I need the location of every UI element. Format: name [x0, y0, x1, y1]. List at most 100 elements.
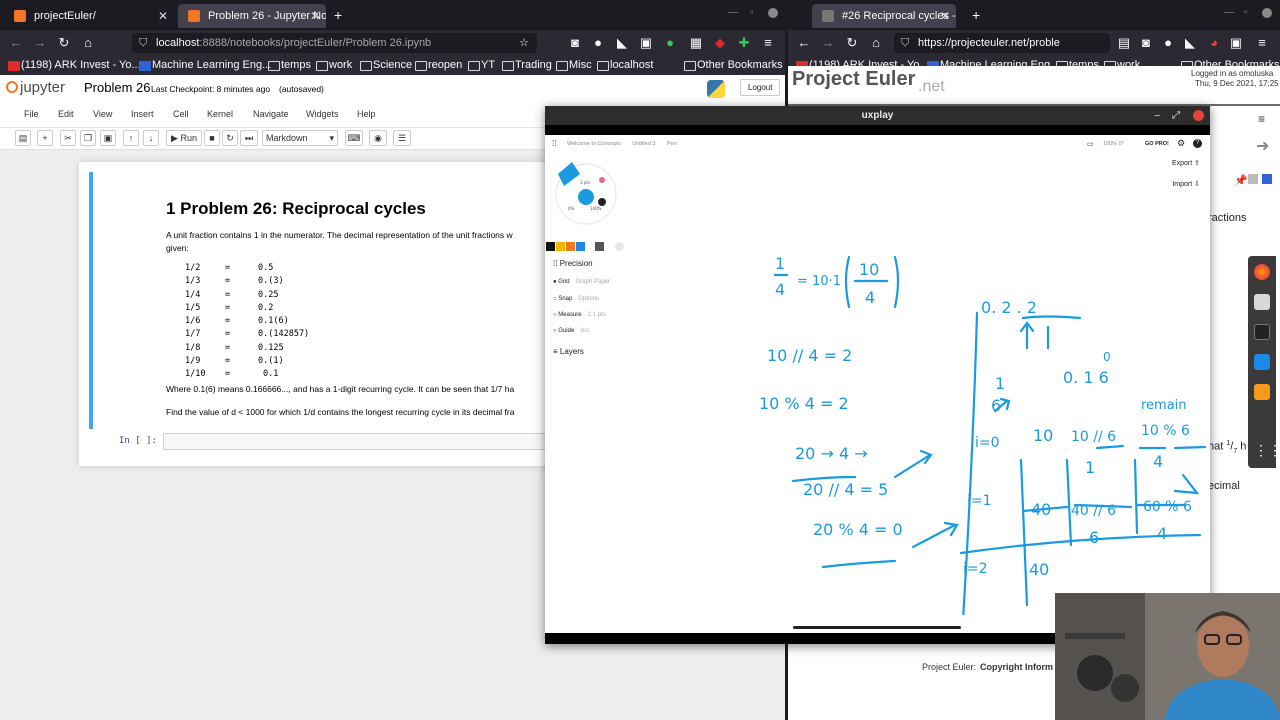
pin-icon[interactable]: 📌	[1234, 174, 1248, 187]
move-down-icon[interactable]: ↓	[143, 130, 159, 146]
concepts-canvas[interactable]: ⁞⁞ Welcome to Concepts Untitled 3 Pen ▭ …	[545, 135, 1210, 633]
swatch-orange[interactable]	[566, 242, 575, 251]
new-tab-icon[interactable]: +	[972, 7, 980, 23]
bookmark-yt[interactable]: YT	[468, 59, 495, 72]
bookmark-ark[interactable]: (1198) ARK Invest - Yo...	[8, 59, 141, 72]
extension-puzzle-icon[interactable]: ✚	[736, 35, 752, 51]
tab-untitled-3[interactable]: Untitled 3	[632, 141, 655, 147]
uxplay-titlebar[interactable]: uxplay – ⤢	[545, 106, 1210, 125]
tab-reciprocal-cycles[interactable]: #26 Reciprocal cycles - P ✕	[812, 4, 956, 28]
extension-green-icon[interactable]: ●	[662, 35, 678, 51]
bookmark-science[interactable]: Science	[360, 59, 412, 72]
extension-arrow-icon[interactable]: ◣	[1182, 35, 1198, 51]
minimize-icon[interactable]: –	[1154, 106, 1160, 125]
footer-copyright-link[interactable]: Copyright Inform	[980, 662, 1053, 672]
menu-cell[interactable]: Cell	[173, 109, 189, 119]
sublime-icon[interactable]	[1254, 384, 1270, 400]
close-tab-icon[interactable]: ✕	[940, 4, 950, 28]
extension-grid-icon[interactable]: ▦	[688, 35, 704, 51]
list-icon[interactable]: ☰	[393, 130, 411, 146]
bookmark-temps[interactable]: temps	[268, 59, 311, 72]
forward-icon[interactable]: →	[820, 35, 836, 51]
next-arrow-icon[interactable]: ➜	[1256, 136, 1269, 156]
go-pro-button[interactable]: GO PRO!	[1145, 141, 1169, 147]
bookmark-localhost[interactable]: localhost	[597, 59, 653, 72]
close-tab-icon[interactable]: ✕	[158, 4, 168, 28]
menu-widgets[interactable]: Widgets	[306, 109, 339, 119]
paste-icon[interactable]: ▣	[100, 130, 116, 146]
settings-icon[interactable]: ⚙	[1177, 138, 1185, 149]
home-icon[interactable]: ⌂	[868, 35, 884, 51]
url-bar[interactable]: ⛉ localhost:8888/notebooks/projectEuler/…	[132, 33, 537, 53]
hamburger-icon[interactable]: ≡	[1258, 112, 1265, 126]
bookmark-trading[interactable]: Trading	[502, 59, 552, 72]
tab-projecteuler-dir[interactable]: projectEuler/ ✕	[4, 4, 174, 28]
pocket-icon[interactable]: ◙	[1138, 35, 1154, 51]
tab-welcome[interactable]: Welcome to Concepts	[567, 141, 621, 147]
swatch-blue[interactable]	[576, 242, 585, 251]
bookmark-misc[interactable]: Misc	[556, 59, 592, 72]
info-icon[interactable]	[1262, 174, 1272, 184]
eye-icon[interactable]: ◉	[369, 130, 387, 146]
extension-s-icon[interactable]: ●	[590, 35, 606, 51]
firefox-icon[interactable]	[1254, 264, 1270, 280]
chrome-icon[interactable]: ◕	[1206, 35, 1222, 51]
swatch-light[interactable]	[615, 242, 624, 251]
maximize-icon[interactable]: ▫	[750, 7, 754, 18]
back-icon[interactable]: ←	[8, 35, 24, 51]
extension-box-icon[interactable]: ▣	[1228, 35, 1244, 51]
tool-wheel[interactable]: 3 pts 0% 100%	[550, 152, 628, 230]
notebook-name[interactable]: Problem 26	[84, 80, 150, 95]
save-icon[interactable]: ▤	[15, 130, 31, 146]
minimize-icon[interactable]: —	[1224, 7, 1234, 18]
reader-icon[interactable]: ▤	[1116, 35, 1132, 51]
option-measure[interactable]: ○ Measure 1:1 pts	[553, 312, 606, 318]
apps-grid-icon[interactable]: ⋮⋮	[1254, 442, 1280, 458]
logout-button[interactable]: Logout	[740, 79, 781, 96]
move-up-icon[interactable]: ↑	[123, 130, 139, 146]
menu-icon[interactable]: ≡	[760, 35, 776, 51]
extension-arrow-icon[interactable]: ◣	[614, 35, 630, 51]
swatch-black[interactable]	[546, 242, 555, 251]
cell-type-select[interactable]: Markdown ▾	[262, 130, 338, 146]
precision-header[interactable]: ⁞⁞ Precision	[553, 259, 593, 268]
back-icon[interactable]: ←	[796, 35, 812, 51]
layers-header[interactable]: ≡ Layers	[553, 347, 584, 356]
close-tab-icon[interactable]: ✕	[310, 4, 320, 28]
bookmark-reopen[interactable]: reopen	[415, 59, 462, 72]
menu-view[interactable]: View	[93, 109, 112, 119]
swatch-yellow[interactable]	[556, 242, 565, 251]
tab-pen[interactable]: Pen	[667, 141, 677, 147]
bookmark-other[interactable]: Other Bookmarks	[684, 59, 783, 72]
cut-icon[interactable]: ✂	[60, 130, 76, 146]
bookmark-work[interactable]: work	[316, 59, 352, 72]
copy-icon[interactable]: ❐	[80, 130, 96, 146]
extension-s-icon[interactable]: ●	[1160, 35, 1176, 51]
menu-help[interactable]: Help	[357, 109, 376, 119]
menu-kernel[interactable]: Kernel	[207, 109, 233, 119]
close-window-icon[interactable]	[768, 8, 778, 18]
menu-edit[interactable]: Edit	[58, 109, 74, 119]
option-guide[interactable]: ○ Guide Arc	[553, 328, 589, 334]
gallery-icon[interactable]: ⁞⁞	[552, 139, 556, 148]
reload-icon[interactable]: ↻	[844, 35, 860, 51]
menu-navigate[interactable]: Navigate	[253, 109, 289, 119]
pocket-icon[interactable]: ◙	[567, 35, 583, 51]
reader-view-icon[interactable]	[1248, 174, 1258, 184]
terminal-icon[interactable]	[1254, 324, 1270, 340]
stop-icon[interactable]: ■	[204, 130, 220, 146]
option-grid[interactable]: ● Grid Graph Paper	[553, 279, 610, 285]
reload-icon[interactable]: ↻	[56, 35, 72, 51]
screen-icon[interactable]: ▭	[1087, 140, 1094, 148]
close-window-icon[interactable]	[1193, 110, 1204, 121]
export-button[interactable]: Export ⇪	[1172, 159, 1200, 167]
forward-icon[interactable]: →	[32, 35, 48, 51]
restart-run-icon[interactable]: ⏭	[240, 130, 258, 146]
maximize-icon[interactable]: ▫	[1244, 7, 1248, 18]
tab-problem-26[interactable]: Problem 26 - Jupyter No ✕	[178, 4, 326, 28]
bookmark-ml[interactable]: Machine Learning Eng...	[139, 59, 271, 72]
maximize-icon[interactable]: ⤢	[1172, 106, 1180, 125]
restart-icon[interactable]: ↻	[222, 130, 238, 146]
keyboard-icon[interactable]: ⌨	[345, 130, 363, 146]
minimize-icon[interactable]: —	[728, 7, 738, 18]
